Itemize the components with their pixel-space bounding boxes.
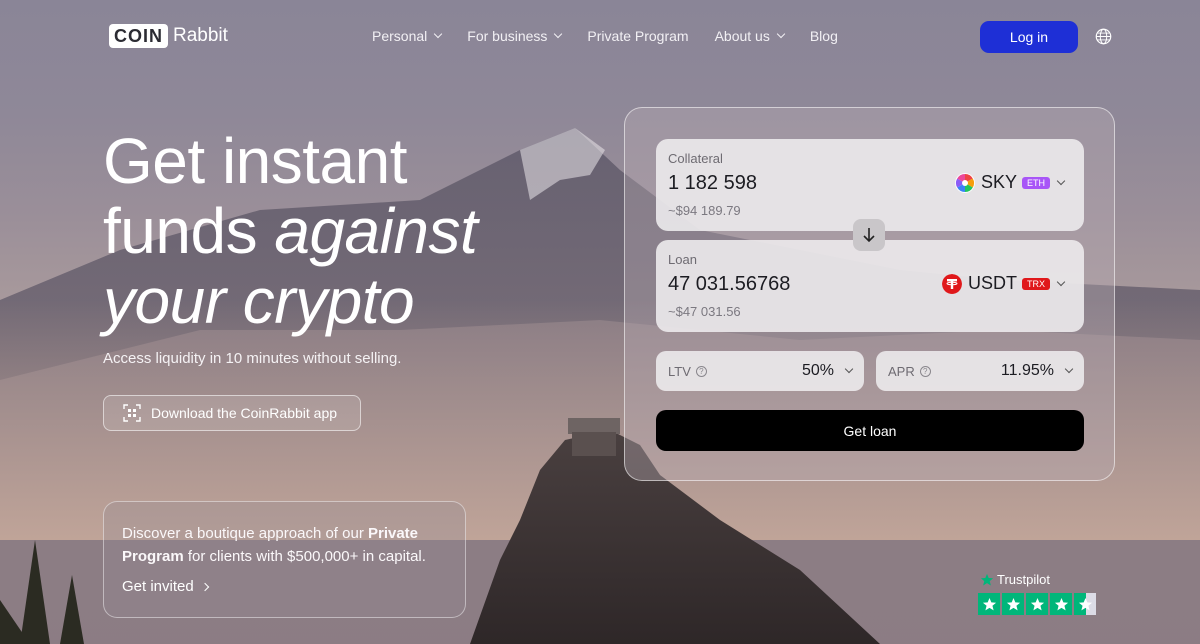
chevron-down-icon [434, 29, 443, 39]
loan-coin-symbol: USDT [968, 273, 1017, 293]
tether-trx-icon [942, 273, 962, 294]
collateral-field[interactable]: Collateral 1 182 598 ~$94 189.79 SKY ETH [656, 139, 1084, 231]
hero-title-against: against [274, 195, 478, 267]
chevron-down-icon [844, 364, 854, 374]
loan-label: Loan [668, 252, 697, 267]
hero-title-line2: funds against [103, 195, 478, 267]
trustpilot-label: Trustpilot [997, 572, 1050, 587]
half-star-icon [1074, 593, 1096, 615]
globe-icon[interactable] [1095, 28, 1112, 45]
loan-usd: ~$47 031.56 [668, 304, 741, 319]
star-icon [978, 593, 1000, 615]
help-icon[interactable]: ? [919, 365, 931, 377]
trustpilot-brand: Trustpilot [980, 572, 1096, 587]
apr-value: 11.95% [1000, 362, 1054, 379]
private-program-card: Discover a boutique approach of our Priv… [103, 501, 466, 618]
chevron-down-icon [554, 29, 563, 39]
nav-private-program[interactable]: Private Program [587, 28, 688, 44]
loan-network-badge: TRX [1022, 277, 1050, 290]
hero-title-funds: funds [103, 195, 258, 267]
nav-about-us-label: About us [714, 28, 770, 44]
logo-text: Rabbit [173, 25, 228, 46]
collateral-coin-symbol: SKY [980, 172, 1017, 192]
loan-calculator: Collateral 1 182 598 ~$94 189.79 SKY ETH [624, 107, 1115, 481]
hero-title: Get instant funds against your crypto [103, 125, 478, 337]
hero-subtitle: Access liquidity in 10 minutes without s… [103, 350, 402, 367]
qr-code-icon [123, 404, 141, 422]
nav-for-business-label: For business [467, 28, 548, 44]
apr-select[interactable]: APR ? 11.95% [876, 351, 1084, 391]
main-nav: Personal For business Private Program Ab… [372, 28, 864, 44]
nav-personal[interactable]: Personal [372, 28, 443, 44]
chevron-down-icon [776, 29, 786, 39]
hero-title-line3: your crypto [103, 265, 415, 337]
download-app-label: Download the CoinRabbit app [151, 405, 338, 421]
chevron-down-icon [1056, 176, 1066, 185]
get-invited-link[interactable]: Get invited [122, 578, 447, 595]
collateral-network-badge: ETH [1022, 176, 1050, 189]
private-program-text: Discover a boutique approach of our Priv… [122, 522, 447, 568]
sky-coin-icon [954, 172, 975, 193]
trustpilot-widget[interactable]: Trustpilot [978, 572, 1096, 615]
ltv-select[interactable]: LTV ? 50% [656, 351, 864, 391]
chevron-down-icon [1064, 364, 1074, 374]
nav-personal-label: Personal [372, 28, 428, 44]
nav-private-program-label: Private Program [587, 28, 689, 44]
nav-for-business[interactable]: For business [467, 28, 563, 44]
star-icon [1050, 593, 1072, 615]
star-icon [1002, 593, 1024, 615]
help-icon[interactable]: ? [695, 365, 707, 377]
nav-about-us[interactable]: About us [714, 28, 786, 44]
login-button[interactable]: Log in [980, 21, 1078, 53]
logo-box: COIN [109, 24, 168, 48]
swap-direction-button[interactable] [853, 219, 885, 251]
star-icon [1026, 593, 1048, 615]
ltv-value: 50% [801, 362, 834, 379]
arrow-down-icon [863, 228, 875, 243]
collateral-label: Collateral [668, 151, 723, 166]
private-text-after: for clients with $500,000+ in capital. [183, 548, 426, 565]
loan-field[interactable]: Loan 47 031.56768 ~$47 031.56 USDT TRX [656, 240, 1084, 332]
download-app-button[interactable]: Download the CoinRabbit app [103, 395, 361, 431]
loan-coin-select[interactable]: USDT TRX [942, 273, 1066, 294]
chevron-down-icon [1056, 277, 1066, 286]
nav-blog-label: Blog [809, 28, 838, 44]
nav-blog[interactable]: Blog [810, 28, 838, 44]
ltv-label: LTV [668, 363, 691, 379]
get-loan-button[interactable]: Get loan [656, 410, 1084, 451]
collateral-coin-select[interactable]: SKY ETH [954, 172, 1066, 193]
get-invited-label: Get invited [122, 578, 194, 595]
apr-label: APR [888, 363, 915, 379]
trustpilot-star-icon [980, 573, 994, 585]
apr-label-wrap: APR ? [888, 364, 931, 379]
collateral-usd: ~$94 189.79 [668, 203, 741, 218]
hero-title-line1: Get instant [103, 125, 408, 197]
trustpilot-rating [978, 593, 1096, 615]
private-text-before: Discover a boutique approach of our [122, 525, 368, 542]
coinrabbit-logo[interactable]: COIN Rabbit [109, 24, 228, 48]
chevron-right-icon [200, 582, 209, 591]
ltv-label-wrap: LTV ? [668, 364, 707, 379]
